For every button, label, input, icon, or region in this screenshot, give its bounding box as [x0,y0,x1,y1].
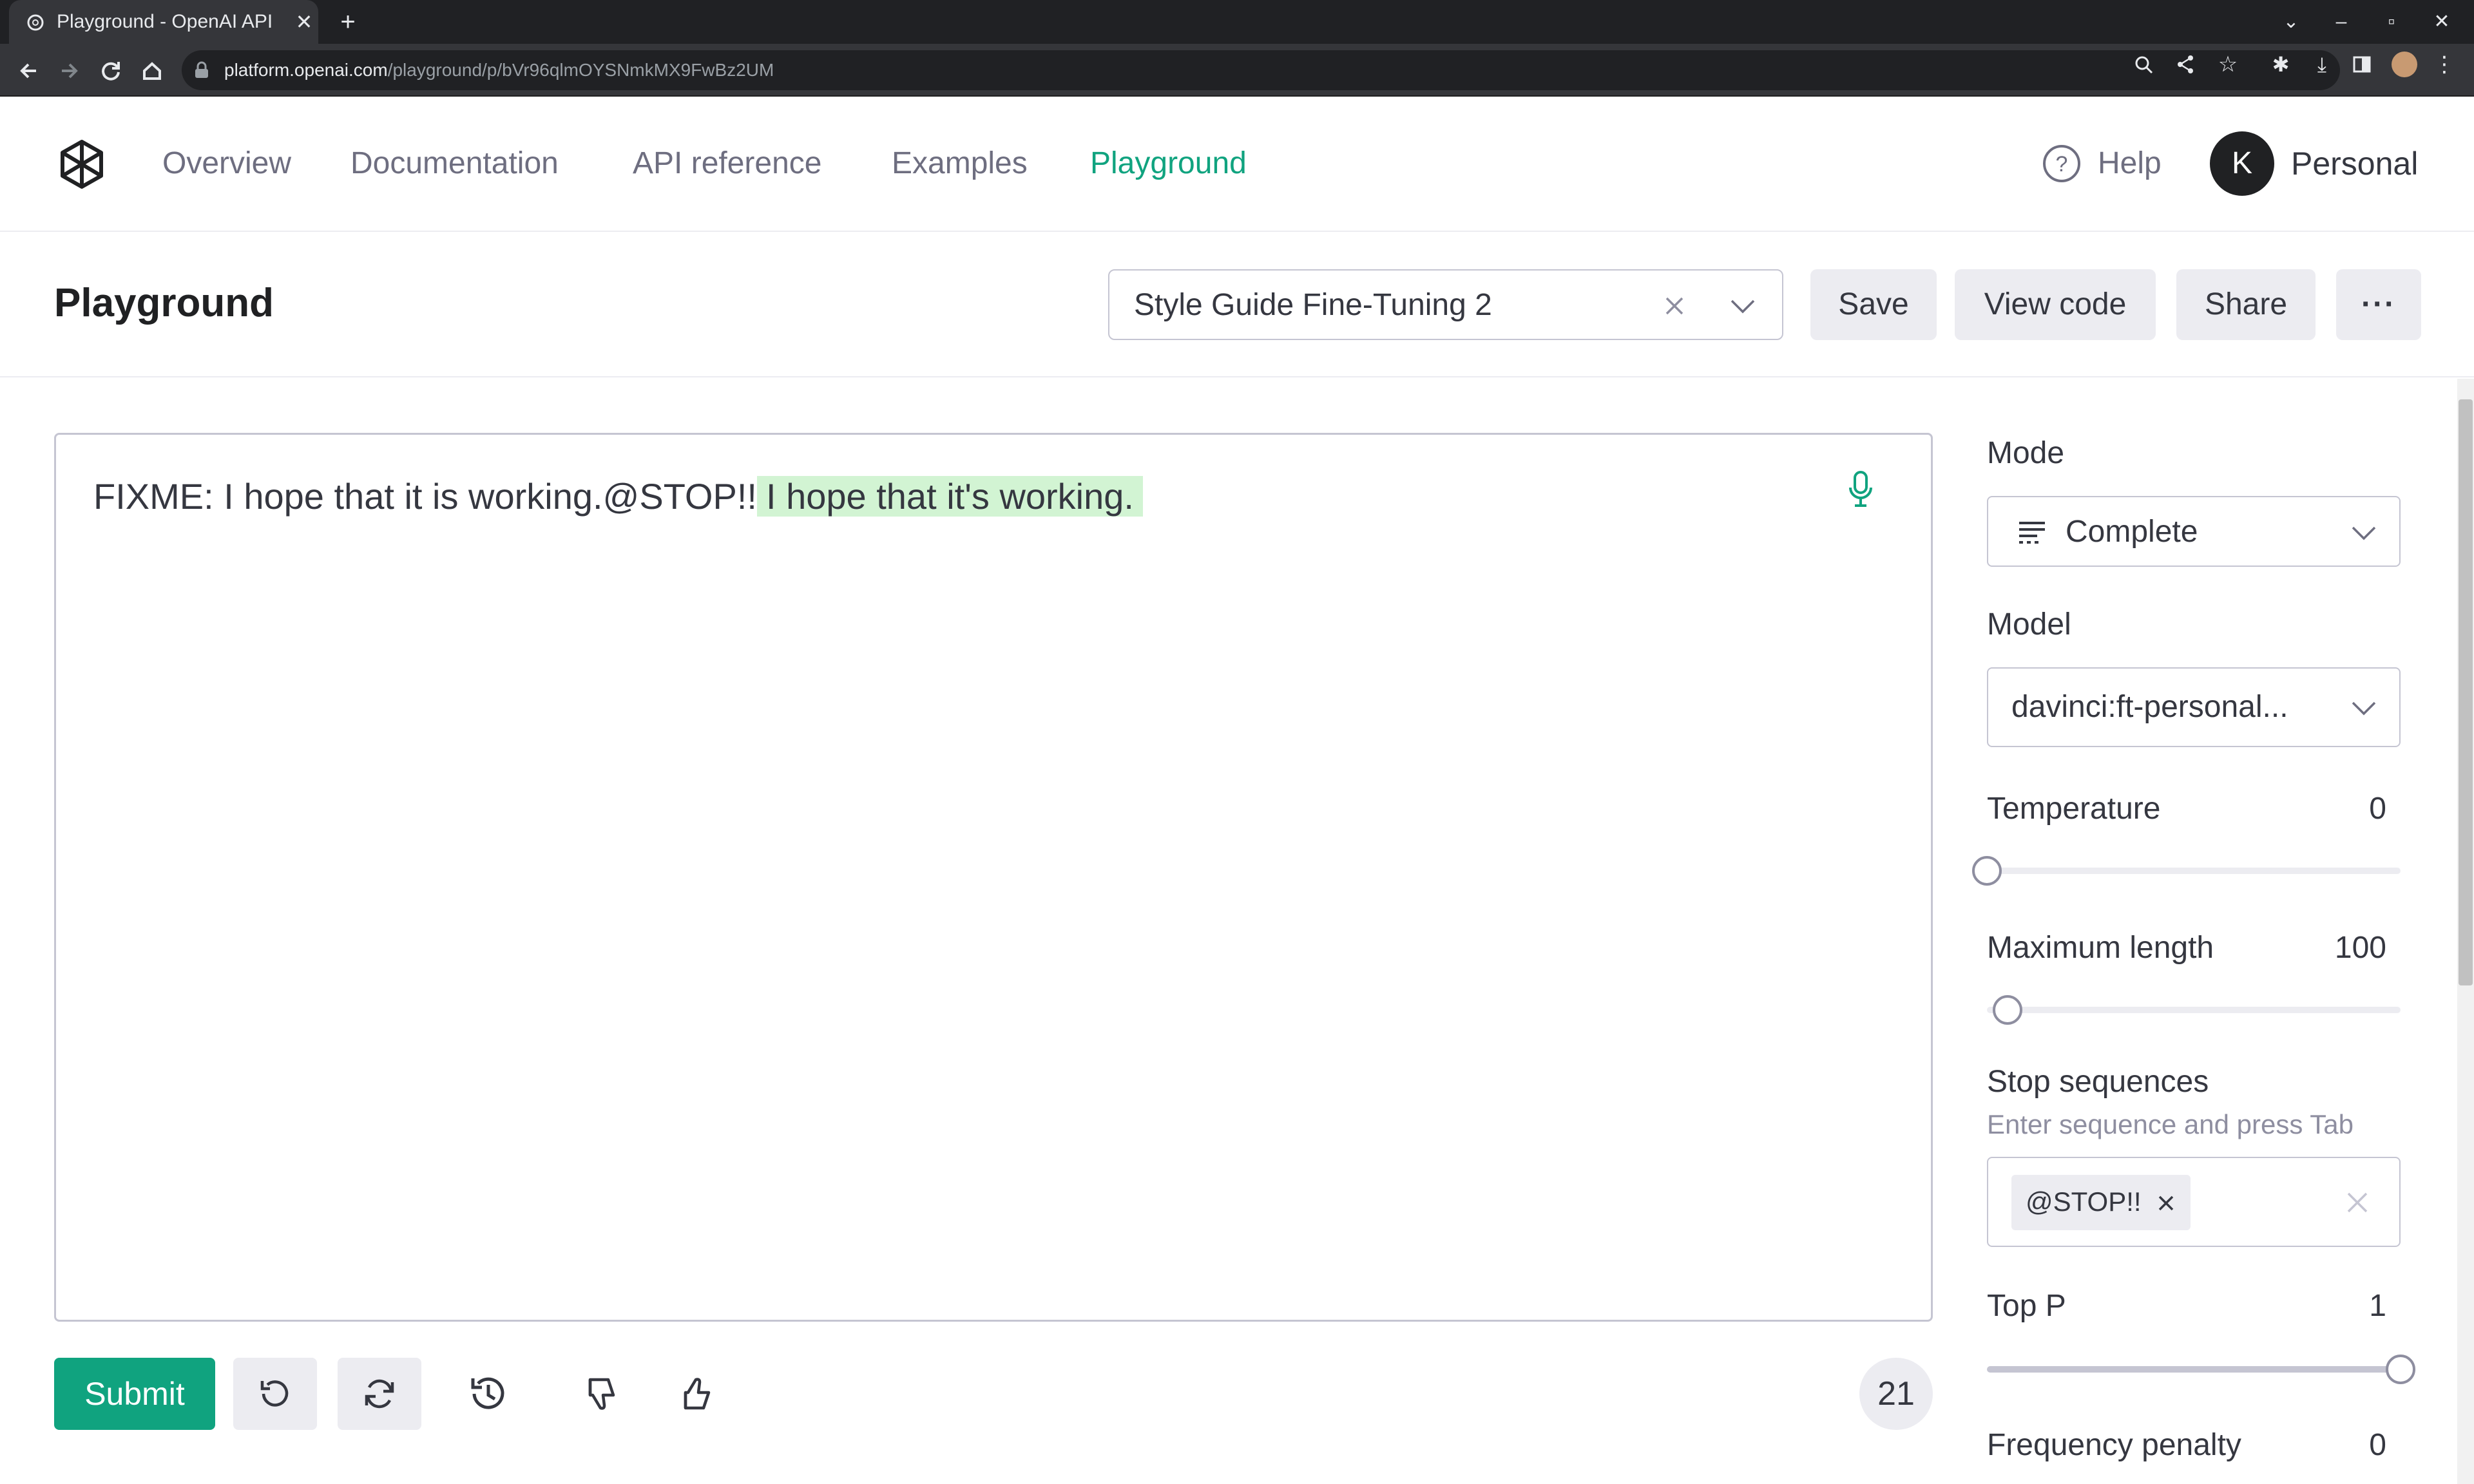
address-bar[interactable]: platform.openai.com/playground/p/bVr96ql… [182,50,2340,90]
regenerate-icon [365,1379,394,1409]
bookmark-star-icon[interactable]: ☆ [2215,53,2241,76]
undo-icon [260,1380,289,1407]
zoom-icon[interactable] [2131,53,2157,76]
share-page-icon[interactable] [2172,53,2198,76]
browser-tabstrip: Playground - OpenAI API ✕ + ⌄ – ▫ ✕ [0,0,2474,44]
top-p-slider-track[interactable] [1987,1366,2401,1373]
download-icon[interactable]: ⤓ [2309,53,2335,76]
top-p-slider-handle[interactable] [2386,1355,2415,1384]
view-code-button[interactable]: View code [1955,269,2156,340]
save-button[interactable]: Save [1810,269,1937,340]
nav-examples[interactable]: Examples [892,143,1028,184]
top-navigation: Overview Documentation API reference Exa… [0,97,2474,232]
stop-sequences-input[interactable]: @STOP!! [1987,1157,2401,1247]
nav-documentation[interactable]: Documentation [350,143,559,184]
sidebar-scrollbar-thumb[interactable] [2459,399,2473,985]
url-host: platform.openai.com [224,60,388,80]
max-length-label: Maximum length [1987,931,2214,965]
tab-title: Playground - OpenAI API [57,11,273,32]
microphone-icon[interactable] [1847,470,1874,508]
more-options-button[interactable]: ··· [2336,269,2421,340]
prompt-text-area[interactable]: FIXME: I hope that it is working.@STOP!!… [93,472,1143,521]
nav-playground[interactable]: Playground [1090,143,1247,184]
forward-icon[interactable] [54,55,85,86]
page-header: Playground Style Guide Fine-Tuning 2 Sav… [0,233,2474,377]
clear-preset-icon[interactable] [1658,290,1691,322]
browser-menu-icon[interactable]: ⋮ [2431,53,2457,76]
new-tab-button[interactable]: + [335,9,361,35]
url-text[interactable]: platform.openai.com/playground/p/bVr96ql… [224,58,774,82]
tab-close-icon[interactable]: ✕ [292,10,316,33]
temperature-label: Temperature [1987,792,2161,826]
top-p-value[interactable]: 1 [2319,1287,2386,1326]
mode-label: Mode [1987,436,2065,470]
complete-mode-icon [2019,522,2045,544]
thumbs-up-icon[interactable] [671,1369,720,1418]
submit-button[interactable]: Submit [54,1358,215,1430]
model-value: davinci:ft-personal... [2011,690,2288,724]
account-name[interactable]: Personal [2291,143,2418,184]
stop-sequences-hint: Enter sequence and press Tab [1987,1109,2354,1139]
thumbs-down-icon[interactable] [576,1369,625,1418]
svg-text:?: ? [2056,152,2068,176]
lock-icon [195,61,208,78]
home-icon[interactable] [137,55,168,86]
model-select[interactable]: davinci:ft-personal... [1987,667,2401,747]
prompt-text: FIXME: I hope that it is working.@STOP!! [93,476,757,517]
temperature-slider-handle[interactable] [1972,856,2002,886]
openai-logo-icon[interactable] [53,135,111,193]
history-icon[interactable] [464,1369,513,1418]
account-avatar[interactable]: K [2210,131,2274,196]
openai-favicon-icon [27,14,44,31]
back-icon[interactable] [13,55,44,86]
chevron-down-icon [2352,526,2376,540]
side-panel-icon[interactable] [2349,53,2375,76]
chevron-down-icon [2352,701,2376,716]
undo-button[interactable] [233,1358,317,1430]
mode-select[interactable]: Complete [1987,496,2401,567]
help-label: Help [2098,146,2162,180]
clear-stop-sequences-icon[interactable] [2341,1186,2373,1219]
url-path: /playground/p/bVr96qlmOYSNmkMX9FwBz2UM [387,60,774,80]
completion-highlight: I hope that it's working. [756,476,1143,517]
nav-overview[interactable]: Overview [162,143,291,184]
prompt-editor[interactable]: FIXME: I hope that it is working.@STOP!!… [54,433,1933,1322]
browser-tab[interactable]: Playground - OpenAI API ✕ [9,0,318,44]
profile-avatar[interactable] [2392,52,2417,77]
share-button[interactable]: Share [2176,269,2316,340]
temperature-value[interactable]: 0 [2319,790,2386,828]
token-count-badge: 21 [1859,1358,1933,1430]
help-circle-icon: ? [2043,145,2080,182]
max-length-value[interactable]: 100 [2294,929,2386,967]
stop-sequence-chip: @STOP!! [2011,1175,2191,1230]
reload-icon[interactable] [95,55,126,86]
frequency-penalty-value[interactable]: 0 [2319,1426,2386,1465]
frequency-penalty-label: Frequency penalty [1987,1428,2241,1462]
max-length-slider-track[interactable] [1987,1007,2401,1013]
browser-toolbar: platform.openai.com/playground/p/bVr96ql… [0,44,2474,97]
regenerate-button[interactable] [338,1358,421,1430]
top-p-label: Top P [1987,1289,2066,1323]
extensions-icon[interactable]: ✱ [2268,53,2294,76]
preset-value: Style Guide Fine-Tuning 2 [1134,288,1492,322]
minimize-icon[interactable]: – [2327,9,2355,35]
temperature-slider-track[interactable] [1987,868,2401,874]
window-close-icon[interactable]: ✕ [2428,9,2456,35]
remove-chip-icon[interactable] [2153,1190,2179,1216]
preset-select[interactable]: Style Guide Fine-Tuning 2 [1108,269,1783,340]
mode-value: Complete [2066,515,2198,549]
chevron-down-icon[interactable] [1727,290,1759,322]
model-label: Model [1987,607,2071,642]
maximize-icon[interactable]: ▫ [2377,9,2406,35]
tab-search-icon[interactable]: ⌄ [2277,9,2305,35]
nav-api-reference[interactable]: API reference [633,143,821,184]
page-title: Playground [54,281,274,325]
stop-sequences-label: Stop sequences [1987,1065,2209,1099]
max-length-slider-handle[interactable] [1993,995,2023,1025]
stop-sequence-chip-label: @STOP!! [2026,1186,2142,1217]
